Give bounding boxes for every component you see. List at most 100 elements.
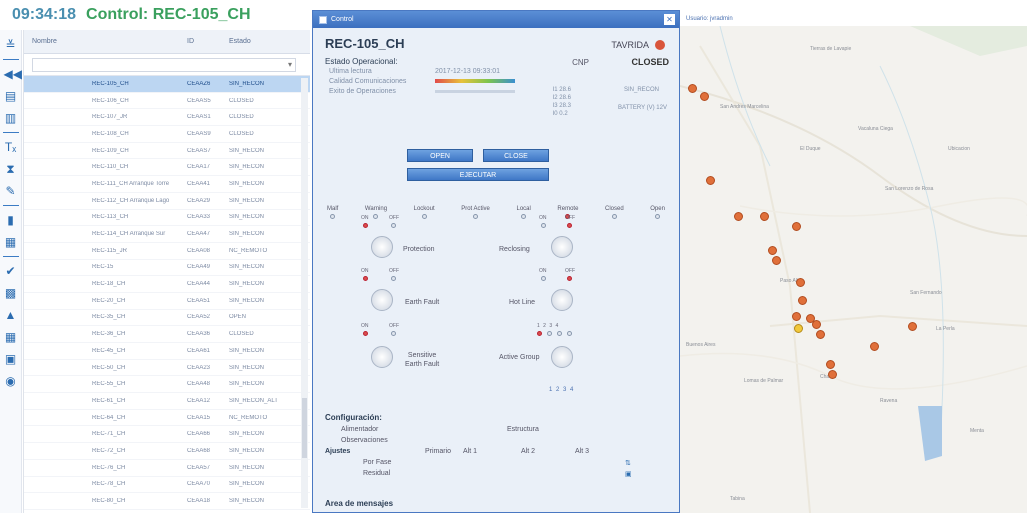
map-place-label: El Duque [800,146,821,152]
text-icon[interactable]: Tₓ [4,140,18,154]
estructura-label: Estructura [507,426,539,433]
hourglass-icon[interactable]: ⧗ [4,162,18,176]
recloser-marker[interactable] [688,84,697,93]
table-row[interactable]: REC-55_CH CEAA48 SIN_RECON [24,376,310,394]
table-row[interactable]: REC-80_CH CEAA18 SIN_RECON [24,493,310,510]
column-header-status[interactable]: Estado [221,38,291,45]
left-toolbar: ≚ ◀◀ ▤ ▥ Tₓ ⧗ ✎ ▮ ▦ ✔ ▩ ▲ ▦ ▣ ◉ [0,30,22,513]
table-row[interactable]: REC-71_CH CEAA66 SIN_RECON [24,426,310,444]
execute-button[interactable]: EJECUTAR [407,168,549,181]
table-row[interactable]: REC-76_CH CEAA57 SIN_RECON [24,460,310,477]
table-row[interactable]: REC-113_CH CEAA33 SIN_RECON [24,210,310,227]
recloser-marker[interactable] [760,212,769,221]
column-header-id[interactable]: ID [179,38,221,45]
reclosing-knob[interactable] [551,236,573,258]
map-view[interactable]: Tierras de Lavapie San Andres Marcelina … [680,26,1027,513]
recloser-marker[interactable] [792,312,801,321]
indicator-label: Remote [557,206,579,212]
table-row[interactable]: REC-45_CH CEAA61 SIN_RECON [24,343,310,360]
table-row[interactable]: REC-110_CH CEAA17 SIN_RECON [24,159,310,177]
table-row[interactable]: REC-15 CEAA49 SIN_RECON [24,260,310,277]
cell-name: REC-107_JR [92,114,128,121]
recloser-marker[interactable] [768,246,777,255]
divider [2,205,19,206]
close-button[interactable]: CLOSE [483,149,549,162]
rewind-icon[interactable]: ◀◀ [4,67,22,81]
active-group-knob[interactable] [551,346,573,368]
sef-knob[interactable] [371,346,393,368]
cell-id: CEAA08 [187,247,211,254]
table-row[interactable]: REC-109_CH CEAAS7 SIN_RECON [24,143,310,160]
recloser-marker[interactable] [798,296,807,305]
check-icon[interactable]: ✔ [4,264,18,278]
table-row[interactable]: REC-106_CH CEAAS5 CLOSED [24,93,310,110]
table-row[interactable]: REC-35_CH CEAA52 OPEN [24,310,310,327]
protection-knob[interactable] [371,236,393,258]
list-scrollbar[interactable] [301,78,308,508]
grid-icon[interactable]: ▦ [4,330,18,344]
cell-name: REC-61_CH [92,397,126,404]
table-row[interactable]: REC-61_CH CEAA12 SIN_RECON_ALT [24,393,310,410]
indicator-label: Prot Active [461,206,490,212]
cell-name: REC-36_CH [92,331,126,338]
cell-status: SIN_RECON [229,164,265,171]
table-row[interactable]: REC-36_CH CEAA36 CLOSED [24,326,310,343]
book-icon[interactable]: ▩ [4,286,18,300]
table-row[interactable]: REC-115_JR CEAA08 NC_REMOTO [24,243,310,260]
recloser-marker[interactable] [812,320,821,329]
calendar-icon[interactable]: ▦ [4,235,18,249]
recloser-marker[interactable] [870,342,879,351]
table-row[interactable]: REC-50_CH CEAA23 SIN_RECON [24,360,310,377]
scrollbar-thumb[interactable] [302,398,307,458]
status-code: SIN_RECON [623,87,659,93]
recloser-marker[interactable] [794,324,803,333]
table-row[interactable]: REC-20_CH CEAA51 SIN_RECON [24,293,310,310]
table-row[interactable]: REC-114_CH Arranque Sur CEAA47 SIN_RECON [24,226,310,243]
recloser-marker[interactable] [700,92,709,101]
record-icon[interactable]: ◉ [4,374,18,388]
recloser-marker[interactable] [792,222,801,231]
recloser-marker[interactable] [816,330,825,339]
swap-icon[interactable]: ⇅ [625,459,631,467]
active-group-label: Active Group [499,354,540,361]
save-icon[interactable]: ▣ [625,470,632,478]
recloser-marker[interactable] [796,278,805,287]
table-row[interactable]: REC-108_CH CEAAS9 CLOSED [24,126,310,143]
map-roads [680,26,1027,513]
bottle-icon[interactable]: ▮ [4,213,18,227]
table-row[interactable]: REC-72_CH CEAA68 SIN_RECON [24,443,310,460]
hotline-knob[interactable] [551,289,573,311]
exito-row: Exito de Operaciones [325,86,667,96]
recloser-marker[interactable] [828,370,837,379]
success-bar [435,89,515,93]
table-row[interactable]: REC-78_CH CEAA70 SIN_RECON [24,477,310,494]
recloser-marker[interactable] [908,322,917,331]
column-header-name[interactable]: Nombre [24,38,179,45]
cnp-label: CNP [572,58,589,67]
list-icon[interactable]: ▥ [4,111,18,125]
dialog-titlebar[interactable]: Control ✕ [313,11,679,28]
pen-icon[interactable]: ✎ [4,184,18,198]
table-row[interactable]: REC-112_CH Arranque Lago CEAA29 SIN_RECON [24,193,310,210]
table-row[interactable]: REC-64_CH CEAA15 NC_REMOTO [24,410,310,427]
document-icon[interactable]: ▤ [4,89,18,103]
table-row[interactable]: REC-111_CH Arranque Torre CEAA41 SIN_RECON [24,176,310,193]
reading-i3: I3 28.3 [552,103,571,109]
close-icon[interactable]: ✕ [664,14,675,25]
recloser-marker[interactable] [734,212,743,221]
filter-select[interactable]: ▾ [32,57,296,72]
open-button[interactable]: OPEN [407,149,473,162]
warning-icon[interactable]: ▲ [4,308,18,322]
recloser-marker[interactable] [772,256,781,265]
recloser-marker[interactable] [706,176,715,185]
table-row[interactable]: REC-18_CH CEAA44 SIN_RECON [24,276,310,293]
collapse-icon[interactable]: ≚ [4,38,18,52]
print-icon[interactable]: ▣ [4,352,18,366]
earthfault-knob[interactable] [371,289,393,311]
recloser-marker[interactable] [826,360,835,369]
estado-heading: Estado Operacional: [325,57,398,66]
cell-name: REC-76_CH [92,464,126,471]
table-row[interactable]: REC-107_JR CEAAS1 CLOSED [24,109,310,127]
table-row[interactable]: REC-105_CH CEAAZ6 SIN_RECON [24,76,310,93]
led-icon [473,214,479,219]
